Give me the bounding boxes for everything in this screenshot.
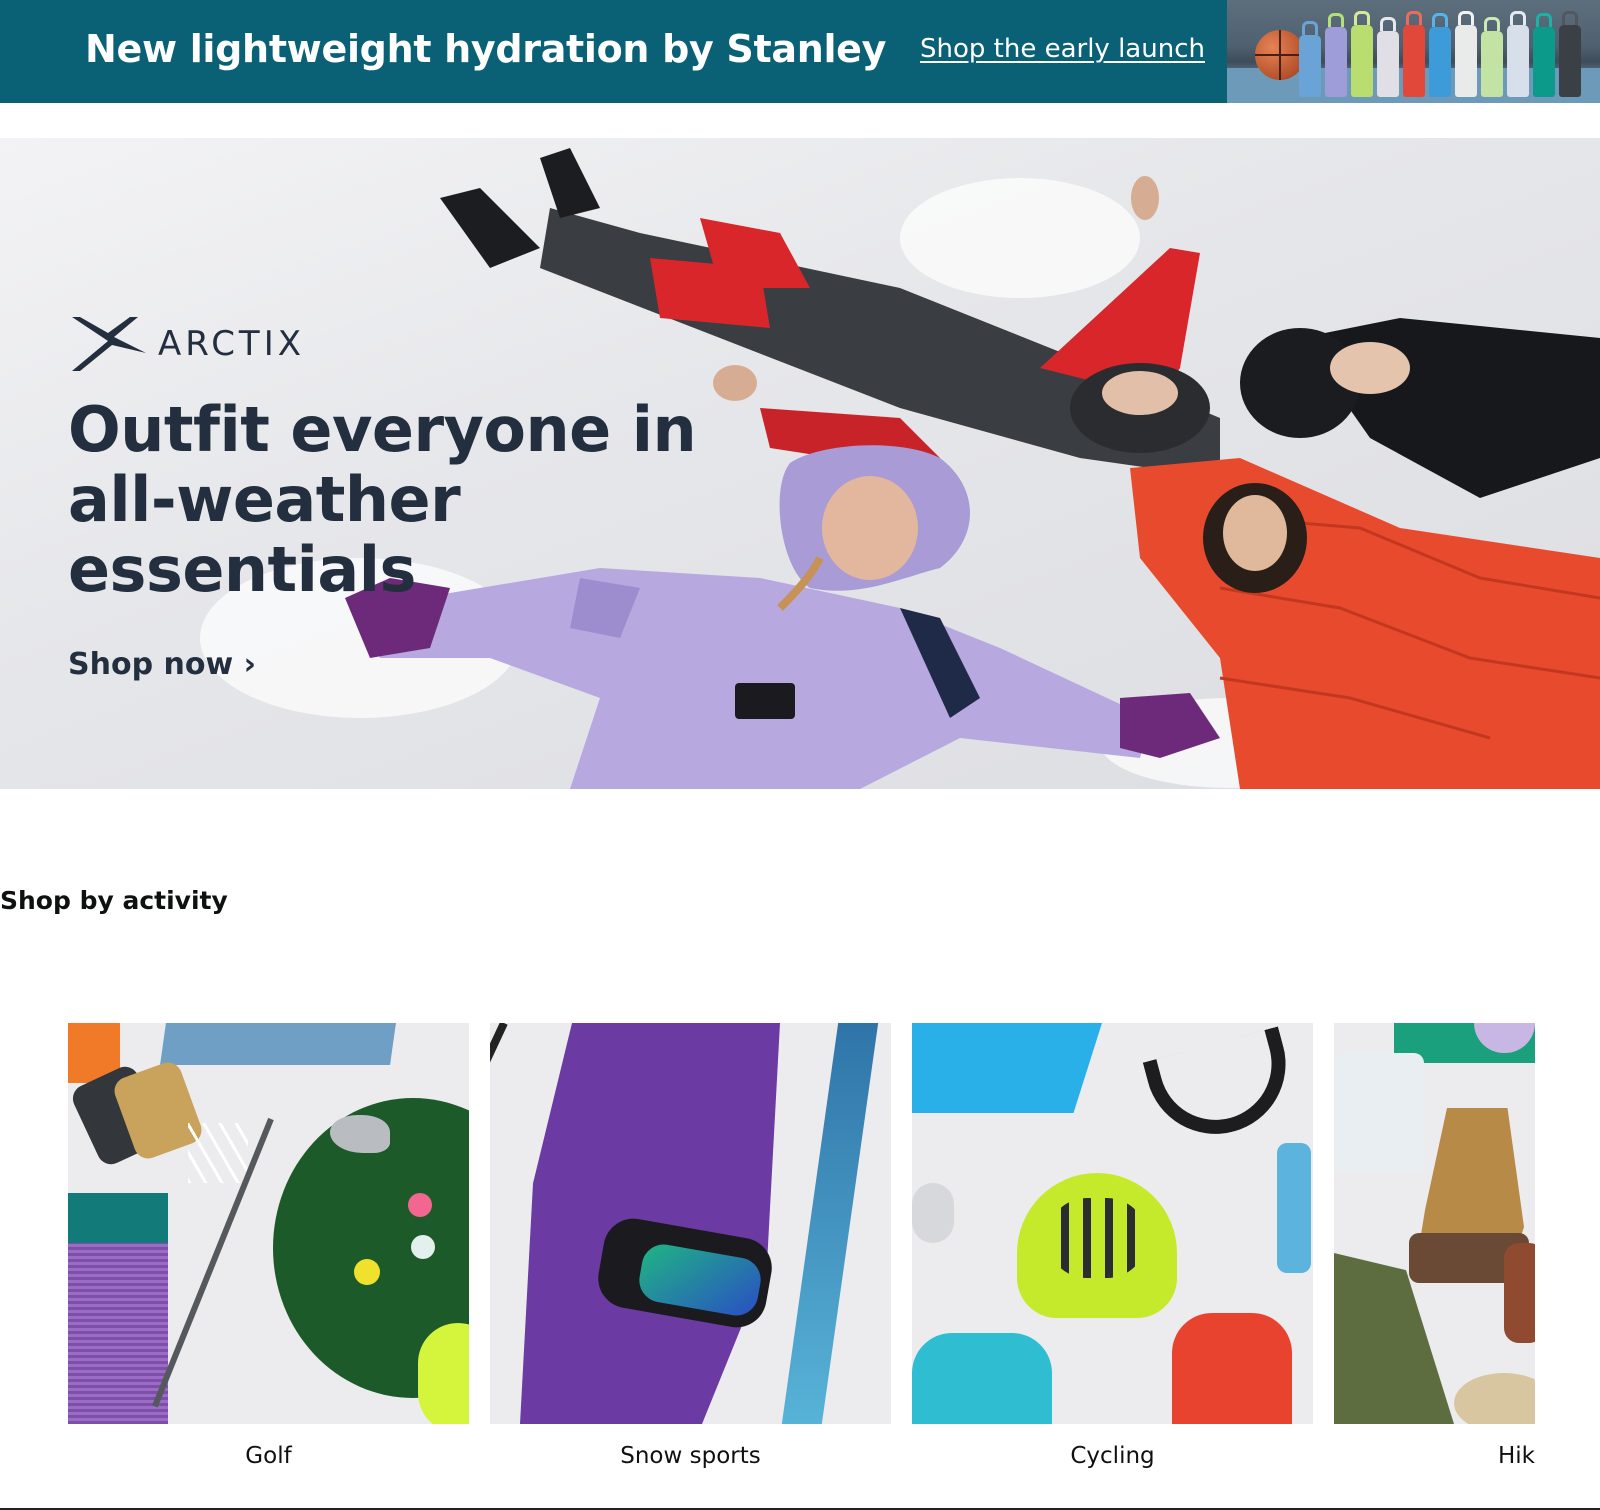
purple-polo	[68, 1243, 168, 1424]
helmet-vents	[1047, 1198, 1147, 1278]
bottle	[1429, 13, 1451, 97]
water-bottle	[1277, 1143, 1311, 1273]
hero-headline: Outfit everyone in all-weather essential…	[68, 393, 697, 606]
arctix-brand-logo: ARCTIX	[68, 313, 788, 375]
white-shoe	[912, 1183, 954, 1243]
activity-carousel[interactable]: Golf Snow sports Cycling Hik	[68, 1023, 1536, 1483]
bottle	[1507, 11, 1529, 97]
ski	[781, 1023, 879, 1424]
blue-bag	[160, 1023, 396, 1065]
white-ball	[411, 1235, 435, 1259]
bottle	[1299, 21, 1321, 97]
bottle	[1455, 11, 1477, 97]
bottle	[1533, 13, 1555, 97]
hiking-image	[1334, 1023, 1535, 1424]
bottle	[1481, 17, 1503, 97]
snow-sports-image	[490, 1023, 891, 1424]
activity-label: Cycling	[1070, 1443, 1155, 1469]
activity-label: Golf	[245, 1443, 292, 1469]
golf-tees	[188, 1123, 248, 1183]
yellow-ball	[354, 1259, 380, 1285]
shop-now-link[interactable]: Shop now ›	[68, 647, 788, 682]
bottle	[1325, 13, 1347, 97]
bottle	[1559, 11, 1581, 97]
bottle	[1403, 11, 1425, 97]
bottle	[1377, 17, 1399, 97]
shop-early-launch-link[interactable]: Shop the early launch	[920, 34, 1205, 64]
red-shoes	[1172, 1313, 1292, 1424]
yellow-shoe	[418, 1323, 469, 1424]
hero-banner[interactable]: ARCTIX Outfit everyone in all-weather es…	[0, 138, 1600, 789]
cycling-image	[912, 1023, 1313, 1424]
bottle	[1351, 11, 1373, 97]
ski-pole	[490, 1023, 508, 1143]
activity-card-golf[interactable]: Golf	[68, 1023, 469, 1483]
activity-label: Hik	[1497, 1443, 1535, 1469]
section-title-shop-by-activity: Shop by activity	[0, 886, 228, 915]
activity-card-cycling[interactable]: Cycling	[912, 1023, 1313, 1483]
basketball-image	[1255, 30, 1305, 80]
promo-banner[interactable]: New lightweight hydration by Stanley Sho…	[0, 0, 1600, 103]
activity-label: Snow sports	[620, 1443, 761, 1469]
cycling-jersey	[912, 1023, 1102, 1113]
activity-card-snow-sports[interactable]: Snow sports	[490, 1023, 891, 1483]
water-bladder	[1334, 1053, 1424, 1173]
second-boot	[1504, 1243, 1535, 1343]
blue-shoes	[912, 1333, 1052, 1424]
stanley-bottles-image[interactable]	[1227, 0, 1600, 103]
promo-title: New lightweight hydration by Stanley	[85, 27, 887, 71]
arctix-logo-icon	[72, 317, 146, 371]
hero-text-block: ARCTIX Outfit everyone in all-weather es…	[68, 313, 788, 682]
pink-ball	[408, 1193, 432, 1217]
brand-name: ARCTIX	[158, 324, 306, 364]
activity-card-hiking[interactable]: Hik	[1334, 1023, 1535, 1483]
handlebar	[1142, 1026, 1302, 1150]
golf-image	[68, 1023, 469, 1424]
straw-hat	[1454, 1373, 1535, 1424]
